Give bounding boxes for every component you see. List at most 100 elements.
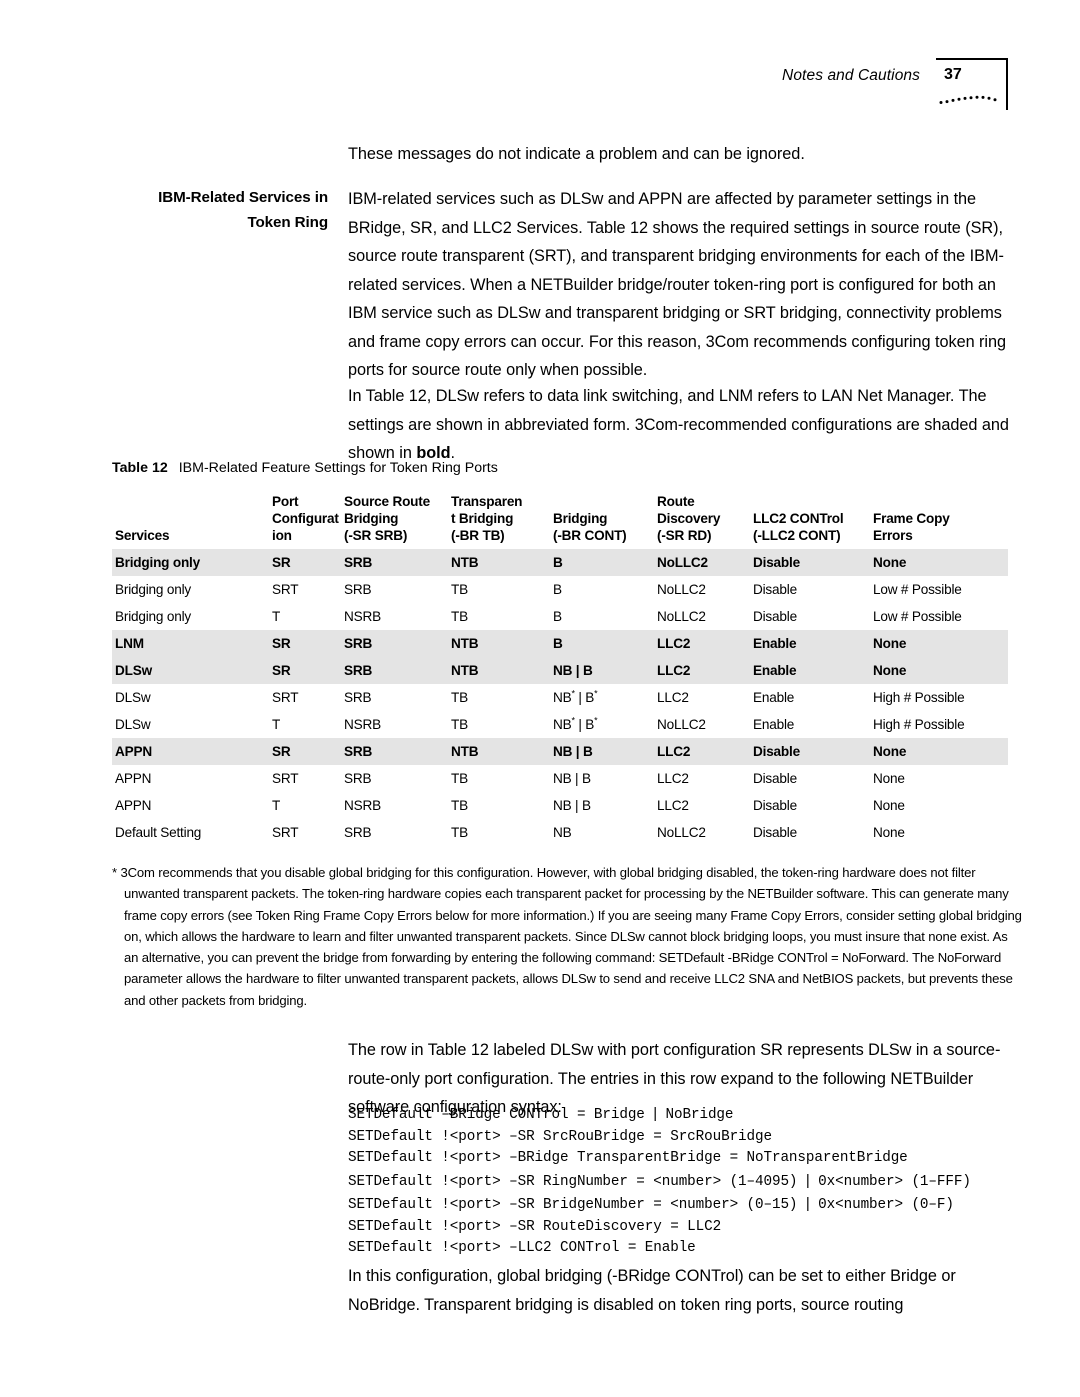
footnote-ref: * (594, 715, 598, 726)
table-cell-7: Low # Possible (873, 609, 962, 624)
table-cell-1: SR (272, 663, 291, 678)
table-cell-6: Disable (753, 582, 797, 597)
table-cell-6: Disable (753, 744, 800, 759)
table-cell-3: NTB (451, 555, 479, 570)
section-paragraph-1-block: IBM-related services such as DLSw and AP… (348, 185, 1010, 385)
table-cell-6: Disable (753, 825, 797, 840)
table-row: APPN SRT SRB TB NB | B LLC2 Disable None (112, 765, 1008, 792)
table-cell-0: APPN (115, 771, 152, 786)
table-cell-1: SR (272, 744, 291, 759)
footnote-marker: * (112, 865, 117, 880)
code-line-6: SETDefault !<port> –LLC2 CONTrol = Enabl… (348, 1240, 696, 1256)
table-cell-6: Disable (753, 609, 797, 624)
table-cell-1: SRT (272, 771, 299, 786)
table-row: DLSw SR SRB NTB NB | B LLC2 Enable None (112, 657, 1008, 684)
code-line-5: SETDefault !<port> –SR RouteDiscovery = … (348, 1218, 722, 1235)
table-cell-3: TB (451, 609, 468, 624)
table-cell-7: None (873, 555, 907, 570)
table-column-header-line (115, 510, 263, 527)
table-cell-2: SRB (344, 690, 372, 705)
table-cell-2: SRB (344, 582, 372, 597)
table-footnote: * 3Com recommends that you disable globa… (112, 862, 1022, 1011)
table-row: Default Setting SRT SRB TB NB NoLLC2 Disable No… (112, 819, 1008, 846)
table-cell-6: Enable (753, 717, 795, 732)
table-cell-3: NTB (451, 663, 479, 678)
table-cell-5: NoLLC2 (657, 609, 706, 624)
closing-paragraph-block: In this configuration, global bridging (… (348, 1262, 1010, 1319)
table-row: LNM SR SRB NTB B LLC2 Enable None (112, 630, 1008, 657)
table-column-header-7: Frame Copy Errors (870, 490, 1008, 549)
table-column-header-line: Port (272, 494, 299, 509)
table-cell-1: T (272, 798, 281, 813)
table-cell-7: None (873, 771, 905, 786)
table-cell-0: DLSw (115, 690, 151, 705)
table-row: DLSw SRT SRB TB NB* | B* LLC2 Enable High # Pos… (112, 684, 1008, 711)
table-cell-7: Low # Possible (873, 582, 962, 597)
table-cell-0: Bridging only (115, 609, 191, 624)
table-cell-4: B (553, 609, 562, 624)
table-column-header-1: Port Configurat ion (269, 490, 341, 549)
table-cell-4: NB* | B* (553, 688, 598, 705)
table-cell-2: SRB (344, 663, 373, 678)
table-column-header-3: Transparen t Bridging (-BR TB) (448, 490, 550, 549)
table-cell-5: NoLLC2 (657, 717, 706, 732)
table-column-header-line (753, 493, 864, 510)
code-line-4: SETDefault !<port> –SR BridgeNumber = <n… (348, 1195, 954, 1213)
configuration-syntax-code-block: SETDefault –BRidge CONTrol = Bridge | No… (348, 1103, 971, 1260)
table-row: APPN T NSRB TB NB | B LLC2 Disable None (112, 792, 1008, 819)
table-cell-1: T (272, 609, 281, 624)
page-number: 37 (944, 66, 962, 83)
table-cell-5: LLC2 (657, 663, 691, 678)
table-cell-5: LLC2 (657, 798, 689, 813)
table-cell-5: LLC2 (657, 744, 691, 759)
table-cell-1: T (272, 717, 281, 732)
table-cell-7: None (873, 744, 907, 759)
table-column-header-4: Bridging (-BR CONT) (550, 490, 654, 549)
table-column-header-line: (-BR CONT) (553, 528, 627, 543)
table-cell-1: SRT (272, 690, 299, 705)
table-column-header-line: LLC2 CONTrol (753, 511, 844, 526)
table-cell-4: B (553, 636, 563, 651)
table-cell-3: TB (451, 690, 468, 705)
table-cell-3: TB (451, 717, 468, 732)
table-cell-6: Enable (753, 690, 795, 705)
table-cell-7: None (873, 636, 907, 651)
side-heading-line-1: IBM-Related Services in (158, 189, 328, 206)
table-column-header-line: (-SR SRB) (344, 528, 408, 543)
side-heading-line-2: Token Ring (247, 214, 328, 231)
pipe-separator: | (805, 1171, 810, 1189)
pipe-separator: | (805, 1195, 810, 1212)
table-cell-2: SRB (344, 771, 372, 786)
table-cell-1: SR (272, 555, 291, 570)
table-cell-6: Enable (753, 663, 797, 678)
table-cell-6: Disable (753, 555, 800, 570)
code-line-3: SETDefault !<port> –SR RingNumber = <num… (348, 1171, 971, 1190)
table-column-header-6: LLC2 CONTrol (-LLC2 CONT) (750, 490, 870, 549)
table-column-header-line: (-BR TB) (451, 528, 505, 543)
table-cell-4: NB | B (553, 744, 593, 759)
code-line-0: SETDefault –BRidge CONTrol = Bridge | No… (348, 1105, 734, 1123)
table-column-header-line (873, 493, 1002, 510)
table-column-header-0: Services (112, 490, 269, 549)
table-cell-2: NSRB (344, 609, 381, 624)
table-column-header-line: Services (115, 528, 170, 543)
table-header-row: Services Port Configurat ion Source Route Bri… (112, 490, 1008, 549)
table-caption: Table 12 IBM-Related Feature Settings for… (112, 460, 498, 476)
table-cell-7: High # Possible (873, 690, 965, 705)
table-column-header-line: Bridging (344, 511, 399, 526)
table-body: Bridging only SR SRB NTB B NoLLC2 Disable None B… (112, 549, 1008, 846)
table-column-header-line: (-SR RD) (657, 528, 712, 543)
table-cell-2: SRB (344, 825, 372, 840)
table-cell-6: Disable (753, 771, 797, 786)
table-cell-3: NTB (451, 636, 479, 651)
table-cell-3: TB (451, 582, 468, 597)
table-head: Services Port Configurat ion Source Route Bri… (112, 490, 1008, 549)
closing-paragraph: In this configuration, global bridging (… (348, 1267, 956, 1314)
table-cell-7: None (873, 663, 907, 678)
table-cell-3: TB (451, 798, 468, 813)
table-cell-0: LNM (115, 636, 144, 651)
table-column-header-line: Errors (873, 528, 913, 543)
lead-paragraph-block: These messages do not indicate a problem… (348, 140, 1010, 169)
table-column-header-5: Route Discovery (-SR RD) (654, 490, 750, 549)
table-cell-3: TB (451, 771, 468, 786)
